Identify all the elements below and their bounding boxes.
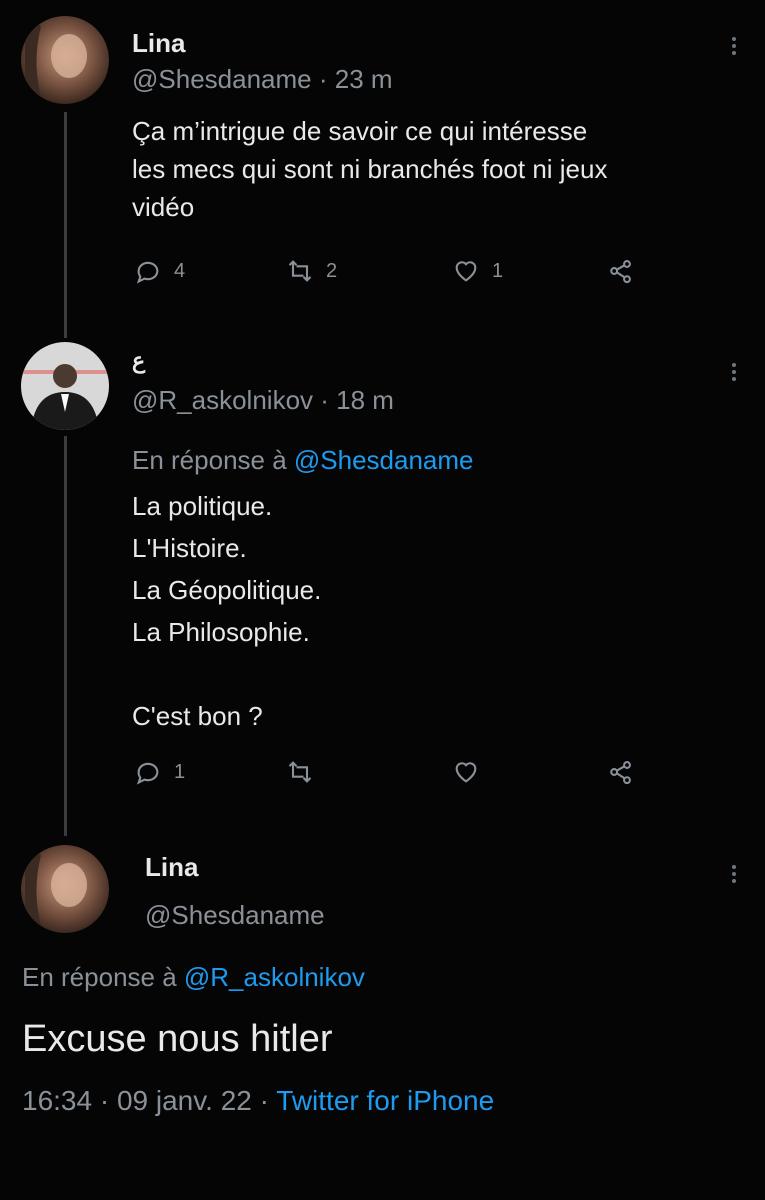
more-options-icon[interactable] [730, 360, 738, 384]
avatar-photo [21, 845, 109, 933]
separator: · [313, 385, 337, 415]
timestamp[interactable]: 23 m [335, 64, 393, 94]
avatar[interactable] [21, 342, 109, 430]
retweet-count: 2 [326, 259, 338, 282]
reply-count: 1 [174, 760, 186, 783]
author-name[interactable]: Lina [132, 28, 185, 59]
tweet-text: La politique. L'Histoire. La Géopolitiqu… [132, 491, 322, 731]
like-button[interactable]: 1 [452, 257, 503, 285]
reply-icon [136, 762, 159, 785]
separator: · [92, 1085, 117, 1116]
avatar[interactable] [21, 845, 109, 933]
reply-count: 4 [174, 259, 186, 282]
tweet-source-link[interactable]: Twitter for iPhone [276, 1085, 494, 1116]
timestamp[interactable]: 18 m [336, 385, 394, 415]
author-name[interactable]: Lina [145, 852, 198, 883]
tweet-text: Excuse nous hitler [22, 1018, 333, 1060]
share-button[interactable] [606, 758, 634, 786]
retweet-icon [288, 761, 312, 783]
reply-context: En réponse à @Shesdaname [132, 445, 474, 476]
like-icon [455, 762, 477, 783]
more-options-icon[interactable] [730, 34, 738, 58]
author-handle[interactable]: @Shesdaname [132, 64, 312, 94]
share-button[interactable] [606, 257, 634, 285]
thread-line [64, 112, 67, 338]
more-options-icon[interactable] [730, 862, 738, 886]
avatar-photo [21, 16, 109, 104]
tweet-meta: 16:34 · 09 janv. 22 · Twitter for iPhone [22, 1085, 494, 1117]
like-button[interactable] [452, 758, 492, 786]
author-handle[interactable]: @R_askolnikov [132, 385, 313, 415]
tweet-text: Ça m’intrigue de savoir ce qui intéresse… [132, 116, 608, 222]
reply-button[interactable]: 1 [134, 758, 185, 786]
reply-context: En réponse à @R_askolnikov [22, 962, 365, 993]
reply-mention-link[interactable]: @Shesdaname [294, 445, 474, 475]
share-icon [610, 260, 631, 284]
retweet-button[interactable] [286, 758, 326, 786]
retweet-button[interactable]: 2 [286, 257, 337, 285]
thread-line [64, 436, 67, 836]
reply-button[interactable]: 4 [134, 257, 185, 285]
reply-prefix: En réponse à [22, 962, 184, 992]
author-handle-line: @R_askolnikov · 18 m [132, 385, 394, 416]
share-icon [610, 761, 631, 785]
like-icon [455, 261, 477, 282]
tweet-time[interactable]: 16:34 [22, 1085, 92, 1116]
author-handle-line: @Shesdaname · 23 m [132, 64, 393, 95]
author-handle[interactable]: @Shesdaname [145, 900, 325, 931]
separator: · [311, 64, 335, 94]
avatar[interactable] [21, 16, 109, 104]
tweet-date[interactable]: 09 janv. 22 [117, 1085, 252, 1116]
reply-prefix: En réponse à [132, 445, 294, 475]
reply-icon [136, 261, 159, 284]
like-count: 1 [492, 259, 504, 282]
reply-mention-link[interactable]: @R_askolnikov [184, 962, 365, 992]
avatar-photo [21, 342, 109, 430]
author-name[interactable]: ع [132, 348, 145, 374]
separator: · [251, 1085, 277, 1116]
retweet-icon [288, 260, 312, 282]
